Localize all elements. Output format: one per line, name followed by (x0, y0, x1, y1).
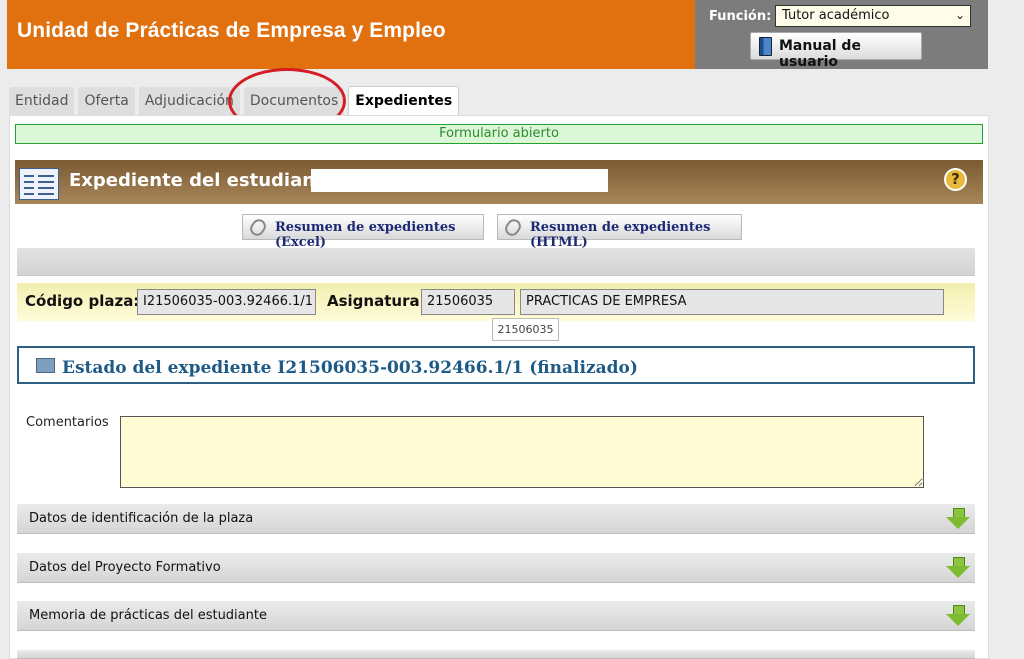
user-manual-button[interactable]: Manual de usuario (750, 32, 922, 70)
comentarios-textarea[interactable] (120, 416, 924, 488)
codigo-plaza-label: Código plaza: (25, 292, 140, 310)
function-select-value: Tutor académico (782, 8, 890, 23)
section-memoria-practicas[interactable]: Memoria de prácticas del estudiante (17, 601, 975, 631)
section-title: Datos de identificación de la plaza (29, 511, 254, 526)
arrow-down-icon[interactable] (946, 605, 970, 627)
app-title: Unidad de Prácticas de Empresa y Empleo (17, 19, 446, 42)
function-select[interactable]: Tutor académico ⌄ (775, 5, 971, 27)
tab-expedientes[interactable]: Expedientes (348, 86, 460, 116)
section-title: Memoria de prácticas del estudiante (29, 608, 267, 623)
tab-adjudicacion[interactable]: Adjudicación (138, 87, 240, 115)
asignatura-name-field[interactable]: PRACTICAS DE EMPRESA (520, 289, 944, 315)
section-title: Datos del Proyecto Formativo (29, 560, 221, 575)
asignatura-tooltip: 21506035 (492, 318, 559, 341)
asignatura-label: Asignatura: (327, 292, 426, 310)
form-icon (19, 168, 59, 200)
asignatura-code-field[interactable]: 21506035 (421, 289, 515, 315)
export-html-button[interactable]: Resumen de expedientes (HTML) (497, 214, 742, 250)
help-icon[interactable]: ? (944, 168, 967, 191)
comentarios-label: Comentarios (26, 415, 109, 430)
section-proyecto-formativo[interactable]: Datos del Proyecto Formativo (17, 553, 975, 583)
arrow-down-icon[interactable] (946, 508, 970, 530)
status-icon (36, 358, 55, 373)
book-icon (759, 37, 772, 56)
tab-oferta[interactable]: Oferta (78, 87, 135, 115)
toolbar-strip (17, 248, 975, 276)
tab-entidad[interactable]: Entidad (9, 87, 75, 115)
redacted-student-name (311, 169, 608, 192)
chevron-down-icon: ⌄ (954, 8, 965, 22)
section-identificacion-plaza[interactable]: Datos de identificación de la plaza (17, 504, 975, 534)
arrow-down-icon[interactable] (946, 557, 970, 579)
status-banner: Formulario abierto (15, 124, 983, 144)
expediente-title: Expediente del estudiante (69, 170, 336, 191)
codigo-plaza-field[interactable]: I21506035-003.92466.1/1 (137, 289, 316, 315)
estado-title: Estado del expediente I21506035-003.9246… (62, 358, 638, 378)
export-excel-button[interactable]: Resumen de expedientes (Excel) (242, 214, 484, 250)
user-manual-label: Manual de usuario (779, 38, 861, 70)
paperclip-icon (502, 216, 524, 239)
function-label: Función: (709, 9, 772, 24)
section-next[interactable] (17, 650, 975, 659)
paperclip-icon (247, 216, 269, 239)
